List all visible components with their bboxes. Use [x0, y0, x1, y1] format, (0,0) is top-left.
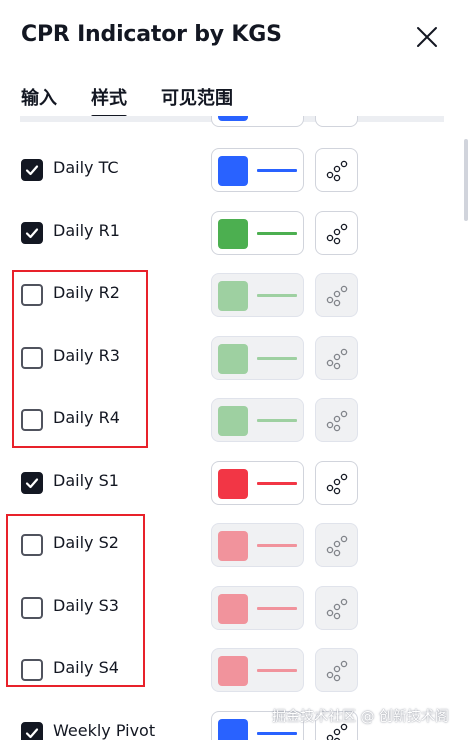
list-item: Daily R1 — [0, 208, 469, 258]
highlight-box-support — [6, 514, 145, 687]
color-swatch — [218, 218, 248, 249]
line-preview — [257, 356, 297, 360]
color-swatch — [218, 116, 248, 121]
color-picker-button[interactable] — [211, 398, 304, 442]
visibility-checkbox[interactable] — [21, 721, 43, 740]
line-preview — [257, 169, 297, 172]
visibility-checkbox[interactable] — [21, 221, 43, 244]
color-picker-button[interactable] — [211, 273, 304, 317]
plot-style-button[interactable] — [315, 585, 358, 630]
checkmark-icon — [25, 165, 39, 176]
plot-style-button[interactable] — [315, 273, 358, 317]
line-preview — [257, 606, 297, 610]
dots-style-icon — [326, 285, 348, 307]
highlight-box-resistance — [12, 270, 148, 448]
plot-label: Daily R1 — [53, 220, 120, 240]
dots-style-icon — [326, 473, 348, 494]
color-swatch — [218, 718, 248, 740]
color-swatch — [218, 281, 248, 311]
line-preview — [257, 731, 297, 735]
plot-style-button[interactable] — [315, 523, 358, 567]
plot-label: Daily TC — [53, 158, 119, 177]
scrollbar-thumb[interactable] — [464, 139, 468, 221]
color-swatch — [218, 406, 248, 436]
color-picker-button[interactable] — [211, 523, 304, 567]
plot-label: Daily S1 — [53, 470, 119, 490]
color-picker-button[interactable] — [211, 460, 304, 505]
list-item-partial — [0, 116, 469, 130]
color-swatch — [218, 343, 248, 374]
dots-style-icon — [326, 535, 348, 557]
dots-style-icon — [326, 598, 348, 619]
color-swatch — [218, 656, 248, 686]
visibility-checkbox[interactable] — [21, 471, 43, 494]
color-picker-button[interactable] — [211, 585, 304, 630]
color-swatch — [218, 531, 248, 561]
watermark-text: 掘金技术社区 @ 创新技术阁 — [272, 709, 449, 725]
tab-bar: 输入 样式 可见范围 — [0, 78, 469, 120]
tab-visibility[interactable]: 可见范围 — [161, 84, 233, 110]
dots-style-icon — [326, 410, 348, 432]
close-icon[interactable] — [414, 24, 440, 50]
color-picker-button[interactable] — [211, 116, 304, 127]
plot-style-button[interactable] — [315, 648, 358, 692]
color-picker-button[interactable] — [211, 335, 304, 380]
dialog-title: CPR Indicator by KGS — [21, 22, 282, 47]
color-swatch — [218, 593, 248, 624]
checkmark-icon — [25, 227, 39, 238]
checkmark-icon — [25, 727, 39, 738]
dots-style-icon — [326, 223, 348, 244]
dots-style-icon — [326, 348, 348, 369]
line-style-button[interactable] — [315, 116, 358, 127]
dots-style-icon — [326, 660, 348, 682]
line-preview — [257, 669, 297, 672]
tab-inputs[interactable]: 输入 — [21, 84, 57, 110]
color-swatch — [218, 156, 248, 186]
dots-style-icon — [326, 160, 348, 182]
plot-style-button[interactable] — [315, 210, 358, 255]
tab-style[interactable]: 样式 — [91, 84, 127, 119]
plot-style-button[interactable] — [315, 335, 358, 380]
color-swatch — [218, 468, 248, 499]
color-picker-button[interactable] — [211, 148, 304, 192]
dialog-header: CPR Indicator by KGS — [0, 0, 469, 72]
visibility-checkbox[interactable] — [21, 159, 43, 181]
line-preview — [257, 544, 297, 547]
plot-style-button[interactable] — [315, 148, 358, 192]
color-picker-button[interactable] — [211, 210, 304, 255]
line-preview — [257, 294, 297, 297]
plot-style-button[interactable] — [315, 398, 358, 442]
checkmark-icon — [25, 477, 39, 488]
plot-style-button[interactable] — [315, 460, 358, 505]
line-preview — [257, 481, 297, 485]
line-preview — [257, 419, 297, 422]
plot-label: Weekly Pivot — [53, 720, 156, 740]
line-preview — [257, 231, 297, 235]
color-picker-button[interactable] — [211, 648, 304, 692]
list-item: Daily TC — [0, 145, 469, 195]
list-item: Daily S1 — [0, 458, 469, 508]
style-settings-list[interactable]: Daily TC Daily R1 Daily R2 Daily R3 Daily R4… — [0, 116, 469, 740]
